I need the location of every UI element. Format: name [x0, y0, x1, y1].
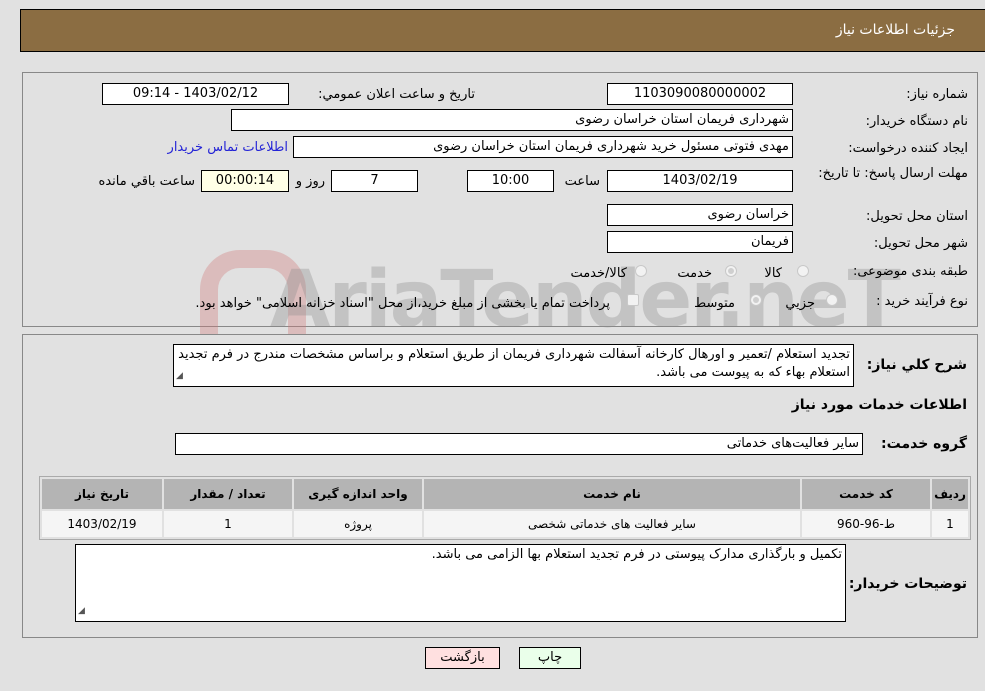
- col-need-date: تاریخ نیاز: [40, 477, 164, 511]
- deadline-time-field: 10:00: [467, 170, 554, 192]
- category-option-goods: کالا: [764, 266, 782, 281]
- services-table: ردیف کد خدمت نام خدمت واحد اندازه گیری ت…: [40, 477, 970, 539]
- cell-need-date: 1403/02/19: [40, 509, 164, 539]
- requester-label: ایجاد کننده درخواست:: [848, 141, 968, 156]
- treasury-checkbox[interactable]: [627, 294, 639, 306]
- buyer-contact-link[interactable]: اطلاعات تماس خریدار: [168, 140, 288, 155]
- buyer-notes-text: تکمیل و بارگذاری مدارک پیوستی در فرم تجد…: [431, 547, 842, 562]
- services-table-container: ردیف کد خدمت نام خدمت واحد اندازه گیری ت…: [39, 476, 971, 540]
- description-text: تجدید استعلام /تعمیر و اورهال کارخانه آس…: [178, 347, 850, 380]
- deadline-time-label: ساعت: [564, 174, 600, 189]
- category-radio-service[interactable]: [725, 265, 737, 277]
- announce-datetime-field: 1403/02/12 - 09:14: [102, 83, 289, 105]
- print-button[interactable]: چاپ: [519, 647, 581, 669]
- col-quantity: تعداد / مقدار: [162, 477, 294, 511]
- deadline-date-field: 1403/02/19: [607, 170, 793, 192]
- days-label: روز و: [295, 174, 325, 189]
- cell-unit: پروژه: [292, 509, 424, 539]
- announce-datetime-label: تاریخ و ساعت اعلان عمومي:: [318, 87, 475, 102]
- cell-service-code: ط-96-960: [800, 509, 932, 539]
- need-number-label: شماره نیاز:: [906, 87, 968, 102]
- cell-row-number: 1: [930, 509, 970, 539]
- buyer-notes-textarea[interactable]: تکمیل و بارگذاری مدارک پیوستی در فرم تجد…: [75, 544, 846, 622]
- deadline-label: مهلت ارسال پاسخ: تا تاریخ:: [818, 166, 968, 181]
- purchase-radio-minor[interactable]: [826, 294, 838, 306]
- cell-service-name: سایر فعالیت های خدماتی شخصی: [422, 509, 802, 539]
- category-option-service: خدمت: [677, 266, 712, 281]
- category-label: طبقه بندی موضوعی:: [852, 264, 968, 279]
- delivery-province-label: استان محل تحویل:: [866, 209, 968, 224]
- services-section-title: اطلاعات خدمات مورد نیاز: [791, 397, 967, 413]
- remaining-time-label: ساعت باقي مانده: [98, 174, 195, 189]
- purchase-radio-medium[interactable]: [750, 294, 762, 306]
- need-number-field: 1103090080000002: [607, 83, 793, 105]
- col-unit: واحد اندازه گیری: [292, 477, 424, 511]
- service-group-field: سایر فعالیت‌های خدماتی: [175, 433, 863, 455]
- delivery-province-field: خراسان رضوی: [607, 204, 793, 226]
- category-option-goods-service: کالا/خدمت: [570, 266, 627, 281]
- page-title: جزئیات اطلاعات نیاز: [835, 22, 955, 38]
- remaining-time-field: 00:00:14: [201, 170, 289, 192]
- purchase-type-label: نوع فرآیند خرید :: [876, 294, 968, 309]
- back-button[interactable]: بازگشت: [425, 647, 500, 669]
- page-header: جزئیات اطلاعات نیاز: [20, 9, 985, 52]
- table-row: 1 ط-96-960 سایر فعالیت های خدماتی شخصی پ…: [40, 509, 970, 539]
- purchase-option-minor: جزیي: [785, 296, 815, 311]
- buyer-notes-label: توضیحات خریدار:: [848, 576, 967, 592]
- delivery-city-label: شهر محل تحویل:: [873, 236, 968, 251]
- table-header-row: ردیف کد خدمت نام خدمت واحد اندازه گیری ت…: [40, 477, 970, 511]
- resize-grip-icon[interactable]: ◢: [78, 602, 85, 620]
- description-label: شرح کلي نياز:: [866, 357, 967, 373]
- days-field: 7: [331, 170, 418, 192]
- col-service-name: نام خدمت: [422, 477, 802, 511]
- buyer-org-label: نام دستگاه خریدار:: [865, 114, 968, 129]
- col-service-code: کد خدمت: [800, 477, 932, 511]
- description-textarea[interactable]: تجدید استعلام /تعمیر و اورهال کارخانه آس…: [173, 344, 854, 387]
- service-group-label: گروه خدمت:: [881, 436, 967, 452]
- purchase-option-medium: متوسط: [694, 296, 735, 311]
- treasury-note: پرداخت تمام یا بخشی از مبلغ خرید،از محل …: [195, 296, 610, 311]
- requester-field: مهدی فتوتی مسئول خرید شهرداری فریمان است…: [293, 136, 793, 158]
- category-radio-goods[interactable]: [797, 265, 809, 277]
- buyer-org-field: شهرداری فریمان استان خراسان رضوی: [231, 109, 793, 131]
- category-radio-goods-service[interactable]: [635, 265, 647, 277]
- delivery-city-field: فریمان: [607, 231, 793, 253]
- col-row-number: ردیف: [930, 477, 970, 511]
- cell-quantity: 1: [162, 509, 294, 539]
- resize-grip-icon[interactable]: ◢: [176, 367, 183, 385]
